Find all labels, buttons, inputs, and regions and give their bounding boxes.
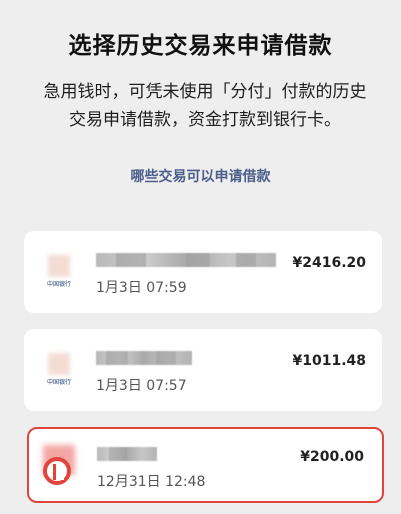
merchant-logo-label: 中国银行: [46, 281, 71, 288]
transaction-card[interactable]: 中国银行 1月3日 07:59 ¥2416.20: [24, 231, 382, 313]
transaction-card[interactable]: 中国银行 1月3日 07:57 ¥1011.48: [24, 329, 382, 411]
merchant-logo-icon: 中国银行: [44, 353, 74, 393]
page-description: 急用钱时，可凭未使用「分付」付款的历史交易申请借款，资金打款到银行卡。: [43, 82, 367, 130]
transaction-amount: ¥200.00: [300, 449, 364, 465]
transaction-amount: ¥2416.20: [292, 255, 366, 271]
transaction-time: 1月3日 07:57: [96, 378, 187, 394]
transaction-time: 1月3日 07:59: [96, 280, 187, 296]
merchant-logo-icon: 中国银行: [44, 255, 74, 295]
merchant-name-redacted: [97, 447, 157, 461]
merchant-logo-label: 中国银行: [46, 379, 71, 386]
transaction-card-selected[interactable]: 12月31日 12:48 ¥200.00: [27, 427, 384, 503]
transaction-time: 12月31日 12:48: [97, 474, 206, 490]
merchant-name-redacted: [96, 351, 192, 365]
merchant-logo-icon: [43, 443, 75, 485]
transaction-amount: ¥1011.48: [292, 353, 366, 369]
page-title: 选择历史交易来申请借款: [68, 33, 333, 59]
merchant-name-redacted: [96, 253, 276, 267]
help-link[interactable]: 哪些交易可以申请借款: [0, 166, 401, 186]
